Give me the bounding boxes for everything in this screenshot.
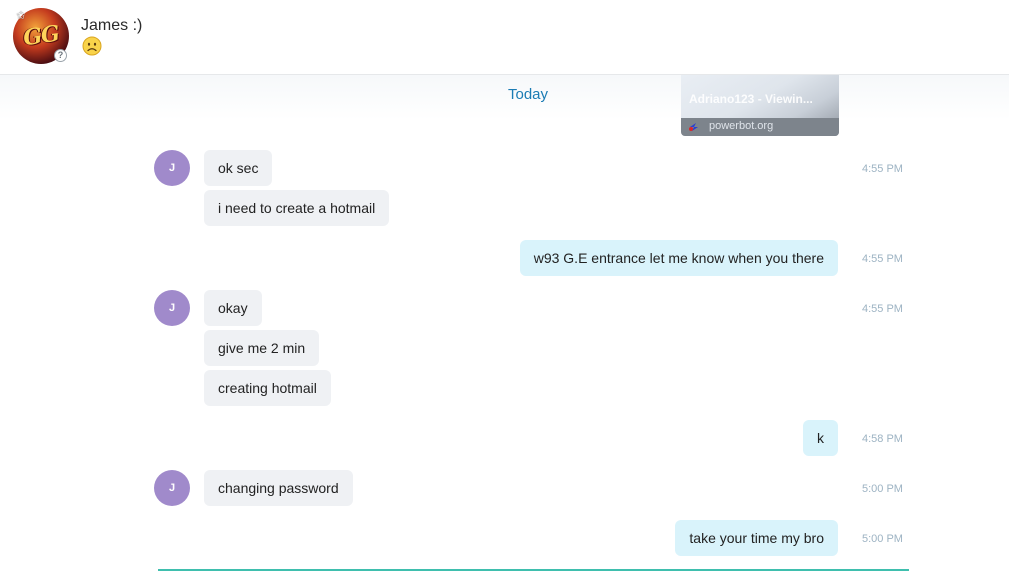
- message-timestamp: 5:00 PM: [862, 483, 903, 495]
- date-separator-bar: Today: [0, 75, 1009, 120]
- sender-avatar[interactable]: J: [154, 290, 190, 326]
- outgoing-message[interactable]: take your time my bro: [675, 520, 838, 556]
- incoming-message[interactable]: i need to create a hotmail: [204, 190, 390, 226]
- incoming-message[interactable]: changing password: [204, 470, 353, 506]
- message-timestamp: 5:00 PM: [862, 533, 903, 545]
- message-timestamp: 4:55 PM: [862, 303, 903, 315]
- link-preview-footer: powerbot.org: [681, 118, 839, 136]
- link-preview-title: Adriano123 - Viewin...: [689, 92, 813, 106]
- conversation-header: GG ✩ ? James :): [0, 0, 1009, 75]
- incoming-message[interactable]: ok sec: [204, 150, 273, 186]
- message-list[interactable]: Today Adriano123 - Viewin... powerbot.or…: [0, 75, 1009, 575]
- site-favicon-icon: [689, 123, 698, 131]
- link-preview-card[interactable]: Adriano123 - Viewin... powerbot.org: [681, 75, 839, 136]
- frowning-face-icon: [82, 36, 102, 56]
- message-timestamp: 4:55 PM: [862, 163, 903, 175]
- outgoing-message[interactable]: k: [803, 420, 838, 456]
- chat-window: GG ✩ ? James :) Today Adriano123 - Viewi…: [0, 0, 1009, 575]
- contact-name[interactable]: James :): [81, 17, 142, 35]
- link-preview-domain: powerbot.org: [709, 120, 774, 132]
- incoming-message[interactable]: creating hotmail: [204, 370, 331, 406]
- message-timestamp: 4:55 PM: [862, 253, 903, 265]
- incoming-message[interactable]: give me 2 min: [204, 330, 320, 366]
- star-icon[interactable]: ✩: [15, 10, 27, 22]
- compose-area-divider: [158, 569, 909, 571]
- status-badge: ?: [54, 49, 67, 62]
- sender-avatar[interactable]: J: [154, 150, 190, 186]
- date-separator-label: Today: [507, 86, 549, 103]
- message-timestamp: 4:58 PM: [862, 433, 903, 445]
- outgoing-message[interactable]: w93 G.E entrance let me know when you th…: [519, 240, 838, 276]
- sender-avatar[interactable]: J: [154, 470, 190, 506]
- incoming-message[interactable]: okay: [204, 290, 262, 326]
